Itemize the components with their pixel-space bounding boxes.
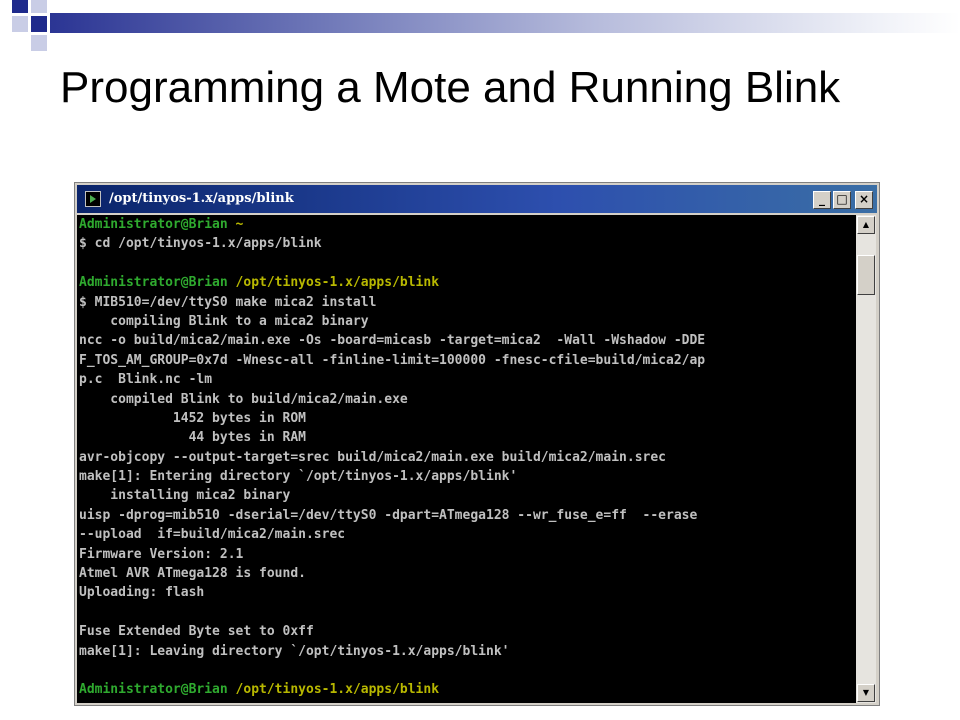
- terminal-icon[interactable]: [85, 191, 101, 207]
- console-line: Administrator@Brian ~: [77, 215, 856, 234]
- window-title: /opt/tinyos-1.x/apps/blink: [109, 191, 294, 206]
- console-line: 1452 bytes in ROM: [77, 409, 856, 428]
- console-text: /opt/tinyos-1.x/apps/blink: [235, 682, 440, 698]
- console-text: /opt/tinyos-1.x/apps/blink: [235, 275, 440, 291]
- close-button[interactable]: ×: [855, 191, 873, 209]
- console-text: Administrator@Brian: [79, 217, 236, 232]
- console-text: uisp -dprog=mib510 -dserial=/dev/ttyS0 -…: [79, 507, 698, 523]
- terminal-window[interactable]: /opt/tinyos-1.x/apps/blink _ □ × Adminis…: [74, 182, 880, 706]
- console-line: avr-objcopy --output-target=srec build/m…: [77, 448, 856, 467]
- console-line: 44 bytes in RAM: [77, 428, 856, 447]
- console-text: compiling Blink to a mica2 binary: [79, 313, 369, 329]
- console-line: F_TOS_AM_GROUP=0x7d -Wnesc-all -finline-…: [77, 351, 856, 370]
- console-text: Firmware Version: 2.1: [79, 546, 244, 562]
- console-line: make[1]: Leaving directory `/opt/tinyos-…: [77, 642, 856, 661]
- console-line: p.c Blink.nc -lm: [77, 370, 856, 389]
- decor-square: [31, 16, 47, 32]
- console-text: Administrator@Brian: [79, 682, 236, 698]
- console-text: ncc -o build/mica2/main.exe -Os -board=m…: [79, 333, 706, 349]
- console-output[interactable]: Administrator@Brian ~ $ cd /opt/tinyos-1.…: [77, 215, 856, 703]
- console-line: uisp -dprog=mib510 -dserial=/dev/ttyS0 -…: [77, 506, 856, 525]
- console-text: p.c Blink.nc -lm: [79, 372, 213, 388]
- decor-square: [31, 0, 47, 13]
- maximize-button[interactable]: □: [833, 191, 851, 209]
- decor-gradient-bar: [50, 13, 960, 33]
- console-text: compiled Blink to build/mica2/main.exe: [79, 391, 408, 407]
- scroll-up-button[interactable]: ▲: [857, 216, 875, 234]
- slide-title: Programming a Mote and Running Blink: [60, 63, 841, 112]
- decor-square: [31, 35, 47, 51]
- console-text: Administrator@Brian: [79, 275, 236, 291]
- console-text: ~: [235, 217, 244, 232]
- console-text: avr-objcopy --output-target=srec build/m…: [79, 449, 666, 465]
- decor-square: [12, 0, 28, 13]
- console-text: Atmel AVR ATmega128 is found.: [79, 566, 306, 582]
- console-line: $ cd /opt/tinyos-1.x/apps/blink: [77, 234, 856, 253]
- console-text: make[1]: Leaving directory `/opt/tinyos-…: [79, 643, 510, 659]
- console-line: Uploading: flash: [77, 583, 856, 602]
- console-line: $ MIB510=/dev/ttyS0 make mica2 install: [77, 293, 856, 312]
- scroll-down-button[interactable]: ▼: [857, 684, 875, 702]
- decor-square: [12, 16, 28, 32]
- console-text: make[1]: Entering directory `/opt/tinyos…: [79, 469, 518, 485]
- console-line: installing mica2 binary: [77, 486, 856, 505]
- console-line: compiling Blink to a mica2 binary: [77, 312, 856, 331]
- console-line: compiled Blink to build/mica2/main.exe: [77, 390, 856, 409]
- console-text: Fuse Extended Byte set to 0xff: [79, 624, 314, 640]
- console-line: make[1]: Entering directory `/opt/tinyos…: [77, 467, 856, 486]
- console-text: Uploading: flash: [79, 585, 205, 601]
- console-line: Administrator@Brian /opt/tinyos-1.x/apps…: [77, 273, 856, 292]
- vertical-scrollbar[interactable]: ▲ ▼: [856, 215, 876, 703]
- scroll-thumb[interactable]: [857, 255, 875, 296]
- console-text: F_TOS_AM_GROUP=0x7d -Wnesc-all -finline-…: [79, 352, 706, 368]
- console-text: $ cd /opt/tinyos-1.x/apps/blink: [79, 236, 322, 252]
- console-text: 44 bytes in RAM: [79, 430, 306, 446]
- console-text: installing mica2 binary: [79, 488, 291, 504]
- console-text: $ MIB510=/dev/ttyS0 make mica2 install: [79, 294, 377, 310]
- console-text: 1452 bytes in ROM: [79, 410, 306, 426]
- console-line: ncc -o build/mica2/main.exe -Os -board=m…: [77, 331, 856, 350]
- minimize-button[interactable]: _: [813, 191, 831, 209]
- console-line: --upload if=build/mica2/main.srec: [77, 525, 856, 544]
- console-line: Atmel AVR ATmega128 is found.: [77, 564, 856, 583]
- console-line: Fuse Extended Byte set to 0xff: [77, 622, 856, 641]
- console-text: --upload if=build/mica2/main.srec: [79, 527, 346, 543]
- console-line: Administrator@Brian /opt/tinyos-1.x/apps…: [77, 680, 856, 699]
- window-titlebar[interactable]: /opt/tinyos-1.x/apps/blink _ □ ×: [77, 185, 877, 213]
- console-line: Firmware Version: 2.1: [77, 545, 856, 564]
